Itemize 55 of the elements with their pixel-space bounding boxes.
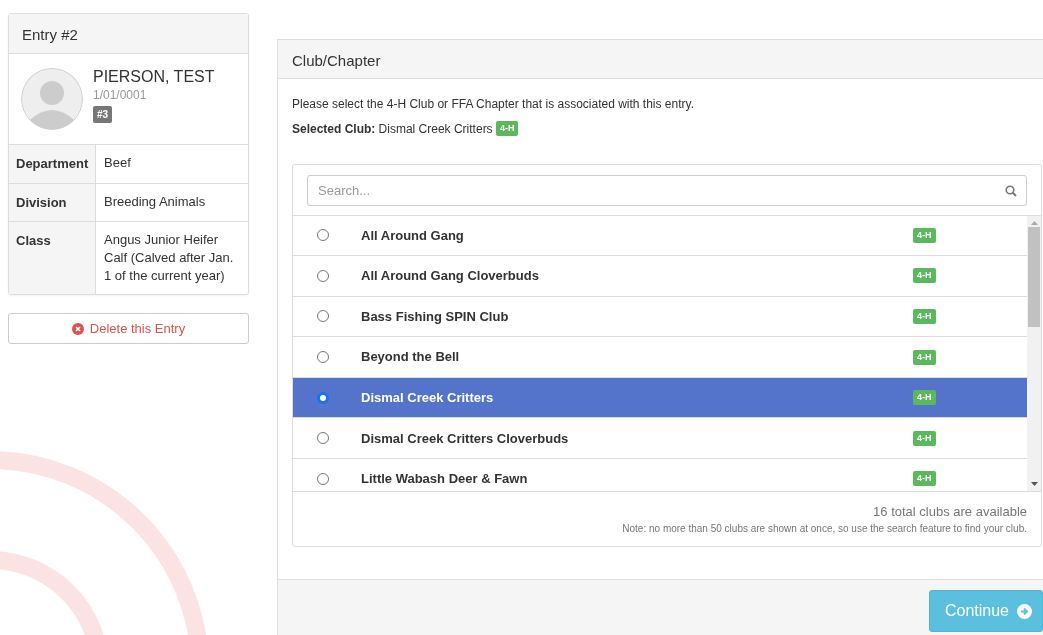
selected-club-name: Dismal Creek Critters bbox=[378, 120, 493, 138]
card-title: Entry #2 bbox=[9, 14, 248, 54]
selected-club-label: Selected Club: bbox=[292, 120, 376, 138]
club-row[interactable]: Dismal Creek Critters Cloverbuds 4-H bbox=[293, 418, 1027, 460]
club-name: All Around Gang bbox=[361, 226, 465, 245]
club-tag: 4-H bbox=[913, 268, 936, 284]
detail-value: Angus Junior Heifer Calf (Calved after Jan. 1 of the current year) bbox=[103, 231, 235, 285]
arrow-circle-icon bbox=[1017, 603, 1032, 619]
radio-button[interactable] bbox=[317, 391, 329, 404]
radio-button[interactable] bbox=[317, 310, 329, 323]
club-row[interactable]: All Around Gang Cloverbuds 4-H bbox=[293, 256, 1027, 297]
club-name: Bass Fishing SPIN Club bbox=[361, 307, 510, 326]
club-count: 16 total clubs are available bbox=[872, 502, 1027, 521]
panel-title: Club/Chapter bbox=[278, 40, 1043, 79]
scrollbar[interactable] bbox=[1027, 215, 1041, 491]
club-tag: 4-H bbox=[913, 390, 936, 406]
note-text: Note: no more than 50 clubs are shown at once, so use the search feature to find your club. bbox=[621, 522, 1027, 536]
club-row[interactable]: All Around Gang 4-H bbox=[293, 215, 1027, 257]
club-row[interactable]: Beyond the Bell 4-H bbox=[293, 337, 1027, 378]
scrollbar-thumb[interactable] bbox=[1028, 226, 1040, 327]
down-arrow-icon[interactable] bbox=[1030, 481, 1038, 486]
detail-value: Beef bbox=[103, 154, 132, 172]
club-name: All Around Gang Cloverbuds bbox=[361, 267, 540, 286]
detail-value: Breeding Animals bbox=[103, 192, 207, 211]
radio-button[interactable] bbox=[317, 432, 329, 445]
radio-button[interactable] bbox=[317, 229, 329, 242]
club-row[interactable]: Dismal Creek Critters 4-H bbox=[293, 377, 1027, 419]
club-tag: 4-H bbox=[913, 471, 936, 487]
club-tag: 4-H bbox=[913, 349, 936, 365]
radio-button[interactable] bbox=[317, 269, 329, 282]
avatar-icon bbox=[21, 68, 83, 130]
radio-button[interactable] bbox=[317, 472, 329, 485]
search-icon bbox=[1005, 184, 1017, 197]
search-field[interactable]: Search... bbox=[307, 174, 1027, 206]
club-name: Dismal Creek Critters bbox=[361, 388, 495, 407]
x-circle-icon bbox=[71, 322, 84, 335]
club-tag: 4-H bbox=[913, 227, 936, 243]
club-name: Little Wabash Deer & Fawn bbox=[361, 470, 529, 489]
entry-date: 1/01/0001 bbox=[93, 87, 148, 104]
up-arrow-icon[interactable] bbox=[1030, 220, 1038, 225]
club-tag: 4-H bbox=[913, 430, 936, 446]
club-tag: 4-H bbox=[495, 121, 519, 136]
entry-number: #3 bbox=[93, 106, 113, 123]
instructions-text: Please select the 4-H Club or FFA Chapter that is associated with this entry. bbox=[292, 96, 695, 113]
entrant-name: PIERSON, TEST bbox=[93, 68, 215, 86]
club-row[interactable]: Little Wabash Deer & Fawn 4-H bbox=[293, 459, 1027, 491]
club-tag: 4-H bbox=[913, 309, 936, 324]
club-name: Dismal Creek Critters Cloverbuds bbox=[361, 429, 570, 448]
radio-button[interactable] bbox=[317, 351, 329, 364]
club-name: Beyond the Bell bbox=[361, 348, 461, 367]
delete-button[interactable]: Delete this Entry bbox=[8, 313, 249, 344]
detail-label: Class bbox=[9, 222, 96, 294]
detail-label: Department bbox=[9, 145, 96, 183]
club-row[interactable]: Bass Fishing SPIN Club 4-H bbox=[293, 296, 1027, 338]
detail-label: Division bbox=[9, 183, 96, 221]
